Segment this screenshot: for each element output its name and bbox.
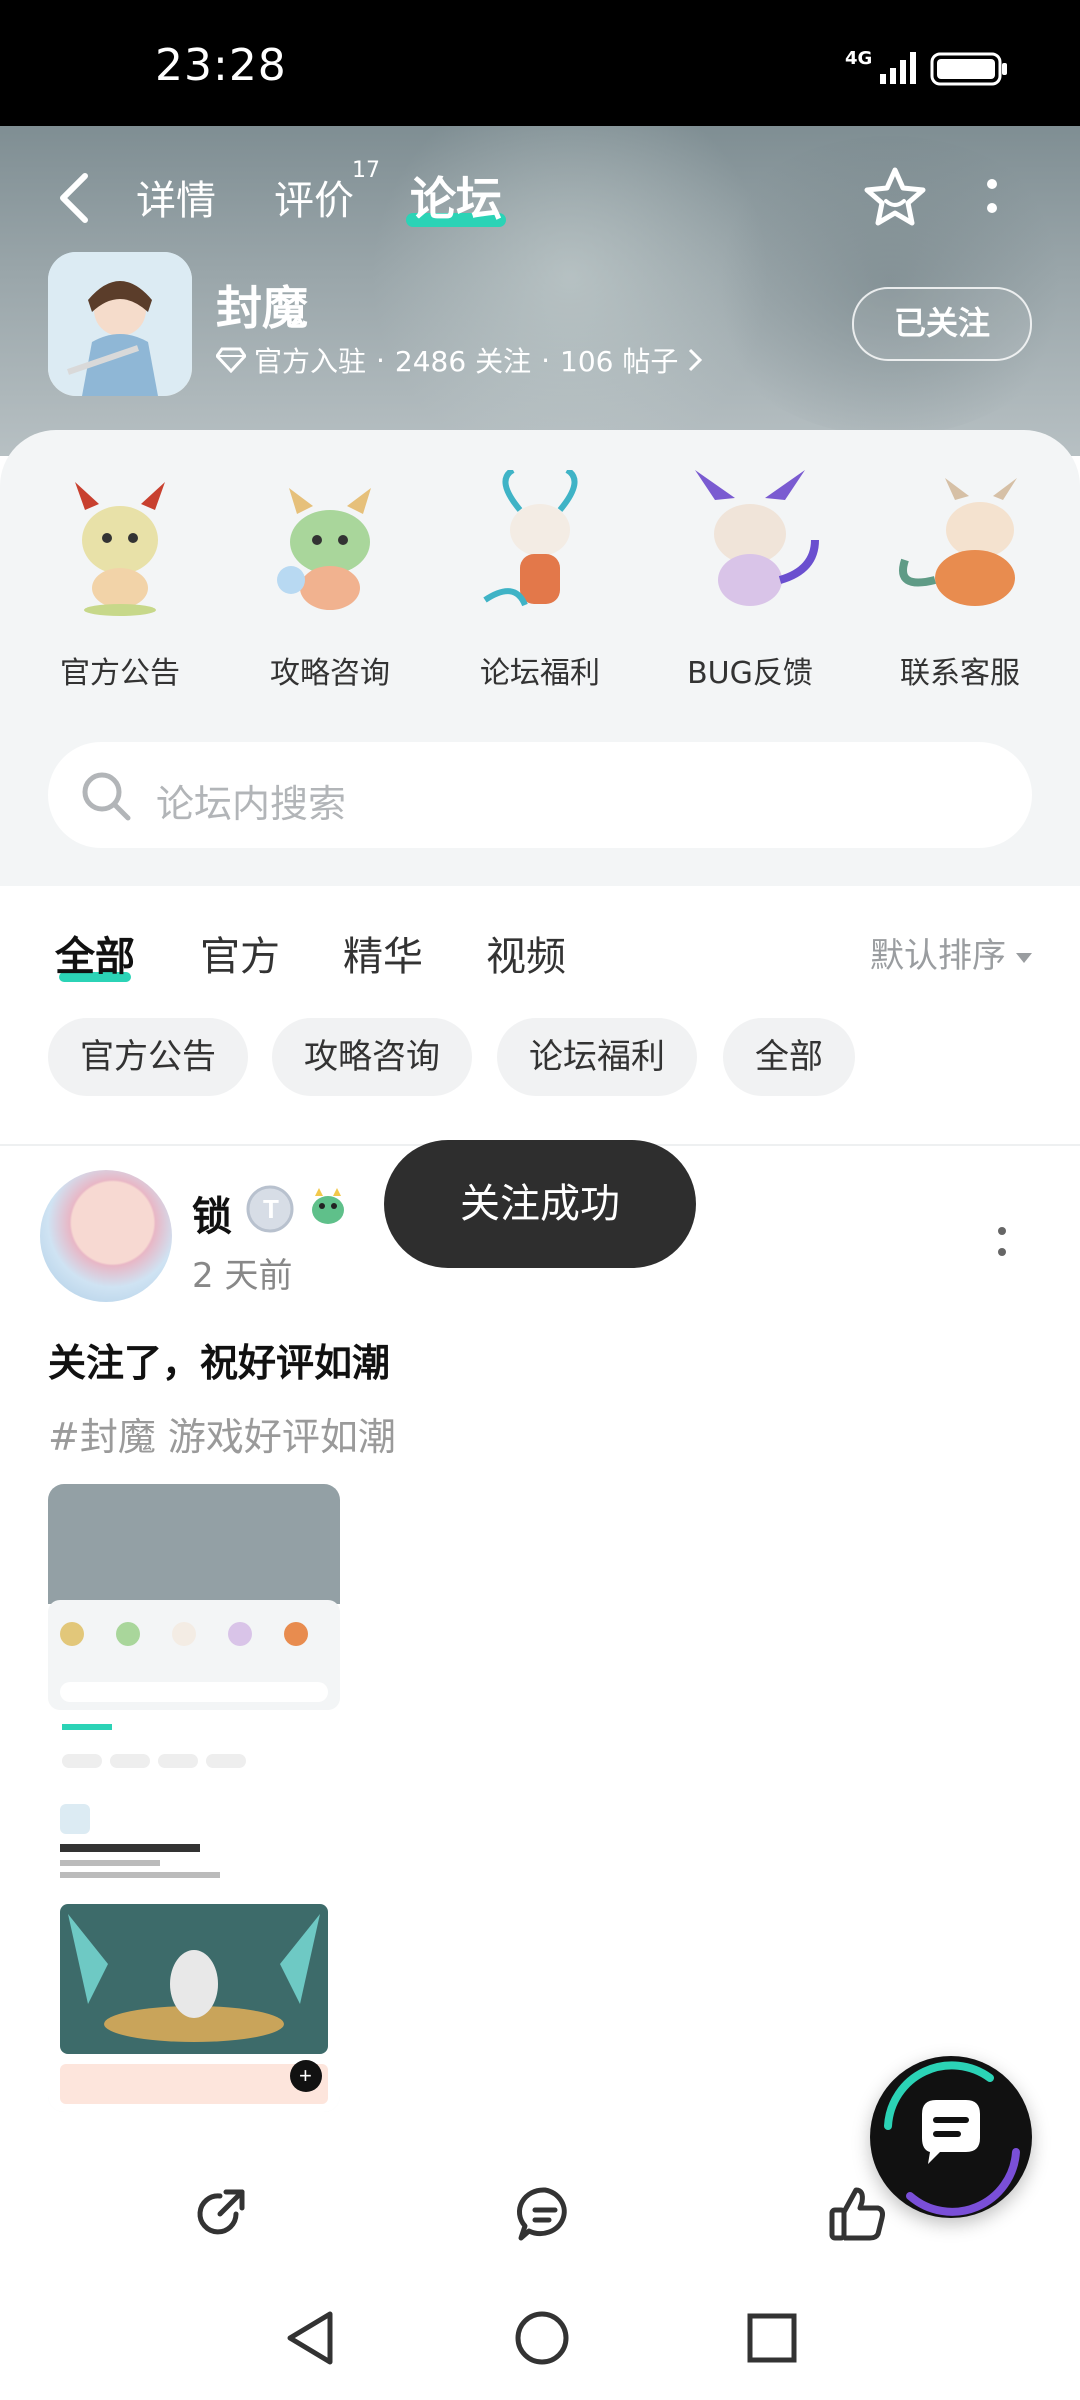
feed-tab-video[interactable]: 视频	[486, 924, 566, 982]
nav-back-icon[interactable]	[282, 2308, 338, 2368]
more-vertical-icon[interactable]	[985, 178, 999, 218]
feed-tab-all[interactable]: 全部	[55, 924, 135, 982]
avatar[interactable]	[40, 1170, 172, 1302]
post-time: 2 天前	[192, 1256, 293, 1296]
network-indicator: 4G	[845, 48, 873, 69]
game-meta: 官方入驻 · 2486 关注 · 106 帖子	[216, 340, 704, 380]
svg-text:T: T	[263, 1194, 279, 1224]
chip-all[interactable]: 全部	[723, 1018, 855, 1096]
category-bug-report[interactable]: BUG反馈	[660, 470, 840, 692]
system-navigation-bar	[0, 2280, 1080, 2400]
feed-tab-featured[interactable]: 精华	[343, 924, 423, 982]
category-support[interactable]: 联系客服	[870, 470, 1050, 692]
status-bar: 23:28 4G	[0, 0, 1080, 126]
caret-down-icon	[1016, 952, 1032, 963]
dragon-mascot-icon	[899, 478, 1017, 606]
feed-filters: 全部 官方 精华 视频 默认排序 官方公告 攻略咨询 论坛福利 全部	[0, 886, 1080, 1146]
more-vertical-icon[interactable]	[996, 1226, 1008, 1258]
chip-benefits[interactable]: 论坛福利	[497, 1018, 697, 1096]
chevron-right-icon	[689, 348, 703, 372]
reviews-count-badge: 17	[352, 158, 380, 183]
post-title[interactable]: 关注了，祝好评如潮	[48, 1332, 390, 1387]
diamond-icon	[216, 347, 246, 373]
comment-icon[interactable]	[515, 2184, 575, 2244]
svg-text:+: +	[299, 2063, 312, 2088]
game-title: 封魔	[216, 281, 308, 335]
toast-follow-success: 关注成功	[384, 1140, 696, 1268]
nav-recents-icon[interactable]	[744, 2308, 800, 2368]
follower-count: 2486 关注	[394, 345, 532, 378]
floating-chat-button[interactable]	[870, 2056, 1032, 2218]
meta-sep: ·	[541, 343, 550, 377]
post-author[interactable]: 锁	[192, 1184, 232, 1242]
share-icon[interactable]	[190, 2184, 250, 2244]
back-icon[interactable]	[55, 170, 95, 226]
followed-button[interactable]: 已关注	[852, 287, 1032, 361]
post-card[interactable]: 锁 T 2 天前 关注了，祝好评如潮 #封魔 游戏好评如潮 +	[0, 1146, 1080, 2146]
post-image-thumbnail[interactable]: +	[48, 1484, 340, 2112]
category-panel: 官方公告 攻略咨询 论坛福利 BUG反馈 联系客服 论坛内搜索	[0, 430, 1080, 886]
sort-label: 默认排序	[870, 936, 1006, 976]
post-hashtag[interactable]: #封魔 游戏好评如潮	[48, 1406, 396, 1461]
search-icon	[82, 772, 131, 821]
category-label: 联系客服	[900, 656, 1020, 691]
chip-announcements[interactable]: 官方公告	[48, 1018, 248, 1096]
forum-search-bar[interactable]: 论坛内搜索	[48, 742, 1032, 848]
category-guides[interactable]: 攻略咨询	[240, 470, 420, 692]
search-placeholder: 论坛内搜索	[156, 782, 347, 826]
category-announcements[interactable]: 官方公告	[30, 470, 210, 692]
category-label: 论坛福利	[480, 656, 600, 691]
category-benefits[interactable]: 论坛福利	[450, 467, 630, 692]
chip-guides[interactable]: 攻略咨询	[272, 1018, 472, 1096]
post-count[interactable]: 106 帖子	[560, 340, 678, 380]
dragon-mascot-icon	[483, 467, 578, 607]
tab-forum[interactable]: 论坛	[406, 163, 506, 229]
game-app-icon	[48, 252, 192, 396]
category-label: 官方公告	[60, 656, 180, 691]
signal-icon	[880, 52, 916, 84]
category-label: BUG反馈	[687, 656, 813, 691]
category-label: 攻略咨询	[270, 656, 390, 691]
battery-icon	[930, 52, 1007, 86]
chat-float-icon	[884, 2061, 1020, 2216]
level-badge-icon: T	[246, 1185, 294, 1233]
tab-details[interactable]: 详情	[136, 168, 216, 226]
pet-badge-icon	[312, 1188, 344, 1224]
official-label: 官方入驻	[254, 345, 367, 378]
sort-dropdown[interactable]: 默认排序	[870, 928, 1032, 977]
feed-tab-official[interactable]: 官方	[200, 924, 280, 982]
star-icon[interactable]	[862, 165, 928, 231]
dragon-mascot-icon	[277, 488, 371, 610]
tab-reviews[interactable]: 评价	[274, 168, 354, 226]
meta-sep: ·	[376, 343, 385, 377]
dragon-mascot-icon	[695, 470, 819, 606]
status-time: 23:28	[155, 40, 287, 91]
dragon-mascot-icon	[75, 482, 165, 616]
nav-home-icon[interactable]	[512, 2308, 572, 2368]
